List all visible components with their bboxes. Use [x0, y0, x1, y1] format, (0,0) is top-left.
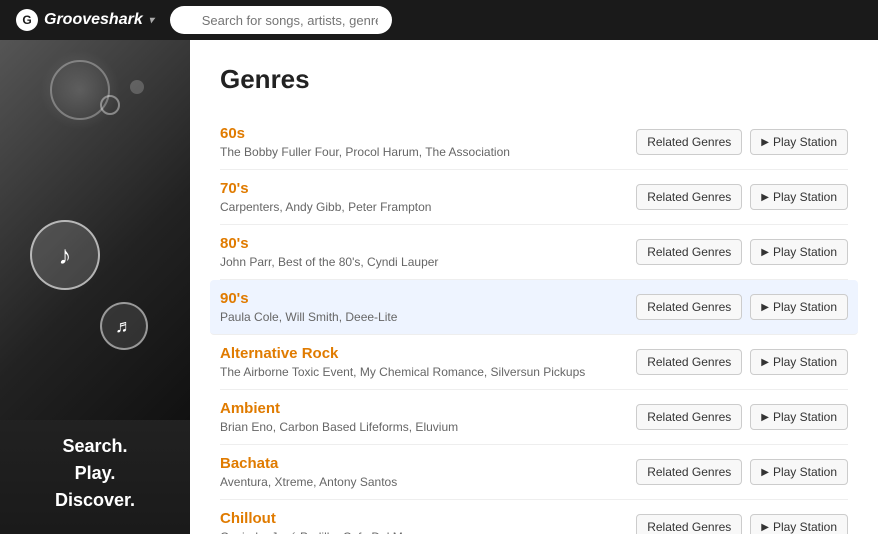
genre-info-60s: 60s The Bobby Fuller Four, Procol Harum,… [220, 125, 636, 159]
play-icon-80s: ▶ [761, 247, 769, 258]
related-genres-button-60s[interactable]: Related Genres [636, 129, 742, 155]
genre-name-ambient: Ambient [220, 400, 636, 417]
genre-row-bachata: Bachata Aventura, Xtreme, Antony Santos … [220, 445, 848, 500]
genre-row-alt-rock: Alternative Rock The Airborne Toxic Even… [220, 335, 848, 390]
play-icon-60s: ▶ [761, 137, 769, 148]
genre-row-60s: 60s The Bobby Fuller Four, Procol Harum,… [220, 115, 848, 170]
play-icon-90s: ▶ [761, 302, 769, 313]
genre-name-bachata: Bachata [220, 455, 636, 472]
play-station-button-bachata[interactable]: ▶ Play Station [750, 459, 848, 485]
play-station-button-alt-rock[interactable]: ▶ Play Station [750, 349, 848, 375]
genre-actions-60s: Related Genres ▶ Play Station [636, 129, 848, 155]
related-genres-button-70s[interactable]: Related Genres [636, 184, 742, 210]
genre-name-90s: 90's [220, 290, 636, 307]
genre-actions-80s: Related Genres ▶ Play Station [636, 239, 848, 265]
related-genres-button-90s[interactable]: Related Genres [636, 294, 742, 320]
brand-logo-area[interactable]: G Grooveshark ▾ [16, 9, 154, 31]
play-station-button-80s[interactable]: ▶ Play Station [750, 239, 848, 265]
related-genres-button-80s[interactable]: Related Genres [636, 239, 742, 265]
related-genres-button-ambient[interactable]: Related Genres [636, 404, 742, 430]
related-genres-button-alt-rock[interactable]: Related Genres [636, 349, 742, 375]
sidebar: ♪ ♬ Search. Play. Discover. [0, 40, 190, 534]
topbar: G Grooveshark ▾ 🔍 [0, 0, 878, 40]
genre-info-80s: 80's John Parr, Best of the 80's, Cyndi … [220, 235, 636, 269]
search-input[interactable] [170, 6, 392, 34]
play-station-button-ambient[interactable]: ▶ Play Station [750, 404, 848, 430]
genre-row-ambient: Ambient Brian Eno, Carbon Based Lifeform… [220, 390, 848, 445]
genre-artists-70s: Carpenters, Andy Gibb, Peter Frampton [220, 200, 636, 214]
play-icon-alt-rock: ▶ [761, 357, 769, 368]
genre-name-alt-rock: Alternative Rock [220, 345, 636, 362]
genre-artists-bachata: Aventura, Xtreme, Antony Santos [220, 475, 636, 489]
genre-actions-alt-rock: Related Genres ▶ Play Station [636, 349, 848, 375]
genre-artists-alt-rock: The Airborne Toxic Event, My Chemical Ro… [220, 365, 636, 379]
genre-row-chillout: Chillout Govinda, José Padilla, Cafe Del… [220, 500, 848, 534]
brand-chevron[interactable]: ▾ [149, 15, 154, 26]
music-note-circle-2: ♬ [100, 302, 148, 350]
genre-actions-90s: Related Genres ▶ Play Station [636, 294, 848, 320]
genre-name-70s: 70's [220, 180, 636, 197]
genre-actions-70s: Related Genres ▶ Play Station [636, 184, 848, 210]
genre-row-80s: 80's John Parr, Best of the 80's, Cyndi … [220, 225, 848, 280]
play-icon-ambient: ▶ [761, 412, 769, 423]
genre-row-90s: 90's Paula Cole, Will Smith, Deee-Lite R… [210, 280, 858, 335]
genre-name-80s: 80's [220, 235, 636, 252]
genre-info-90s: 90's Paula Cole, Will Smith, Deee-Lite [220, 290, 636, 324]
sidebar-tagline: Search. Play. Discover. [0, 433, 190, 514]
genre-artists-80s: John Parr, Best of the 80's, Cyndi Laupe… [220, 255, 636, 269]
content-area: Genres 60s The Bobby Fuller Four, Procol… [190, 40, 878, 534]
play-station-button-60s[interactable]: ▶ Play Station [750, 129, 848, 155]
genre-info-70s: 70's Carpenters, Andy Gibb, Peter Frampt… [220, 180, 636, 214]
genre-list: 60s The Bobby Fuller Four, Procol Harum,… [220, 115, 848, 534]
related-genres-button-chillout[interactable]: Related Genres [636, 514, 742, 534]
genre-artists-chillout: Govinda, José Padilla, Cafe Del Mar [220, 530, 636, 534]
sidebar-hero-image: ♪ ♬ [0, 40, 190, 420]
genre-name-chillout: Chillout [220, 510, 636, 527]
search-wrapper: 🔍 [170, 6, 650, 34]
play-station-button-chillout[interactable]: ▶ Play Station [750, 514, 848, 534]
genre-info-alt-rock: Alternative Rock The Airborne Toxic Even… [220, 345, 636, 379]
brand-name: Grooveshark [44, 11, 143, 29]
genre-artists-60s: The Bobby Fuller Four, Procol Harum, The… [220, 145, 636, 159]
play-icon-bachata: ▶ [761, 467, 769, 478]
play-station-button-90s[interactable]: ▶ Play Station [750, 294, 848, 320]
page-title: Genres [220, 64, 848, 95]
related-genres-button-bachata[interactable]: Related Genres [636, 459, 742, 485]
genre-name-60s: 60s [220, 125, 636, 142]
brand-icon: G [16, 9, 38, 31]
genre-artists-ambient: Brian Eno, Carbon Based Lifeforms, Eluvi… [220, 420, 636, 434]
genre-info-chillout: Chillout Govinda, José Padilla, Cafe Del… [220, 510, 636, 534]
genre-actions-ambient: Related Genres ▶ Play Station [636, 404, 848, 430]
music-note-circle: ♪ [30, 220, 100, 290]
sidebar-background: ♪ ♬ Search. Play. Discover. [0, 40, 190, 534]
main-layout: ♪ ♬ Search. Play. Discover. Genres 60s T… [0, 40, 878, 534]
play-station-button-70s[interactable]: ▶ Play Station [750, 184, 848, 210]
genre-actions-chillout: Related Genres ▶ Play Station [636, 514, 848, 534]
play-icon-chillout: ▶ [761, 522, 769, 533]
genre-actions-bachata: Related Genres ▶ Play Station [636, 459, 848, 485]
genre-info-bachata: Bachata Aventura, Xtreme, Antony Santos [220, 455, 636, 489]
genre-info-ambient: Ambient Brian Eno, Carbon Based Lifeform… [220, 400, 636, 434]
genre-row-70s: 70's Carpenters, Andy Gibb, Peter Frampt… [220, 170, 848, 225]
play-icon-70s: ▶ [761, 192, 769, 203]
genre-artists-90s: Paula Cole, Will Smith, Deee-Lite [220, 310, 636, 324]
